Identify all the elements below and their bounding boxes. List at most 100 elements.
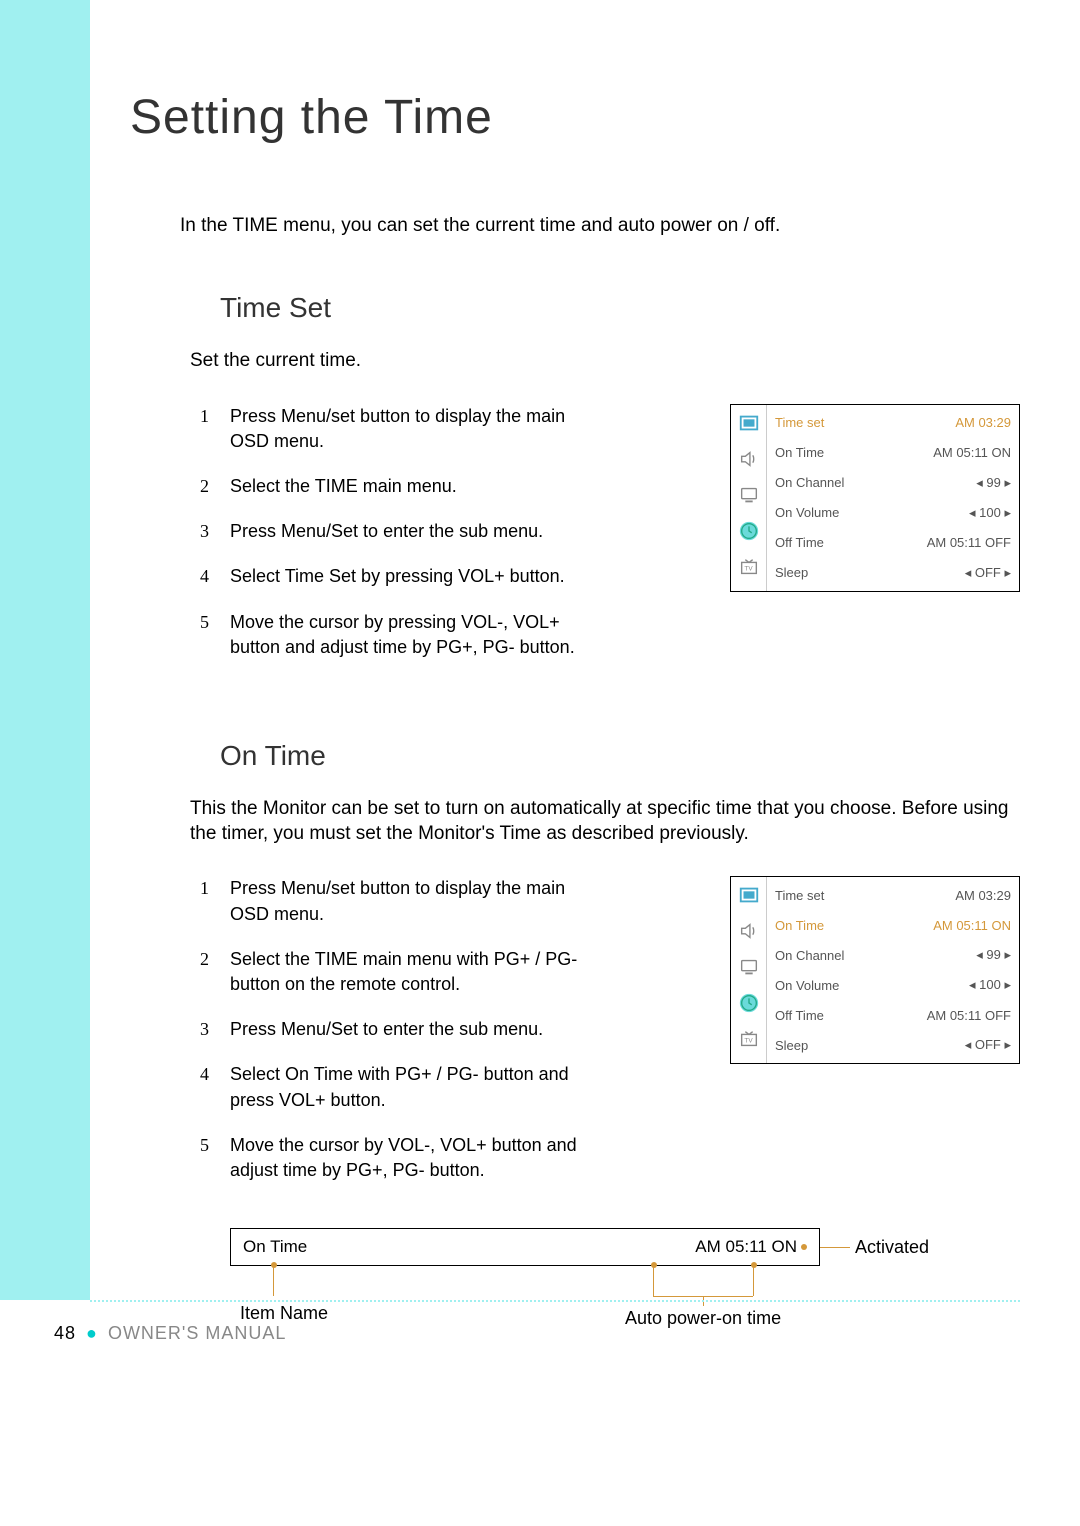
- step: 5Move the cursor by VOL-, VOL+ button an…: [200, 1133, 720, 1183]
- step-number: 2: [200, 474, 230, 499]
- osd-screenshot-on-time: TV Time setAM 03:29 On Time AM 05:11 ON O…: [730, 876, 1020, 1064]
- picture-icon: [731, 877, 766, 913]
- step-number: 3: [200, 1017, 230, 1042]
- on-time-diagram: On Time AM 05:11 ON Activated Item Name …: [230, 1228, 1020, 1348]
- step-text: Press Menu/set button to display the mai…: [230, 876, 600, 926]
- osd-icon-column: TV: [731, 405, 767, 591]
- osd-value: AM 03:29: [955, 888, 1011, 903]
- step-text: Select the TIME main menu with PG+ / PG-…: [230, 947, 600, 997]
- sound-icon: [731, 441, 766, 477]
- step-number: 5: [200, 610, 230, 660]
- osd-row: On Channel◂ 99 ▸: [775, 468, 1011, 498]
- osd-label: On Volume: [775, 978, 839, 993]
- step-number: 4: [200, 564, 230, 589]
- step: 2Select the TIME main menu.: [200, 474, 720, 499]
- screen-icon: [731, 949, 766, 985]
- step: 4Select On Time with PG+ / PG- button an…: [200, 1062, 720, 1112]
- callout-line: [653, 1266, 654, 1296]
- picture-icon: [731, 405, 766, 441]
- step-text: Select On Time with PG+ / PG- button and…: [230, 1062, 600, 1112]
- diagram-item-name: On Time: [243, 1237, 307, 1257]
- section-time-set-desc: Set the current time.: [190, 349, 1020, 374]
- time-set-steps: 1Press Menu/set button to display the ma…: [200, 404, 720, 680]
- step-number: 1: [200, 404, 230, 454]
- step-number: 3: [200, 519, 230, 544]
- page-footer: 48 ● OWNER'S MANUAL: [54, 1323, 286, 1344]
- step-text: Press Menu/Set to enter the sub menu.: [230, 1017, 543, 1042]
- step: 1Press Menu/set button to display the ma…: [200, 404, 720, 454]
- step-number: 5: [200, 1133, 230, 1183]
- osd-value: ◂ 100 ▸: [969, 505, 1011, 521]
- callout-dot-icon: [801, 1244, 807, 1250]
- section-time-set-heading: Time Set: [220, 292, 1020, 324]
- osd-row: Time setAM 03:29: [775, 880, 1011, 910]
- time-icon: [731, 513, 766, 549]
- intro-text: In the TIME menu, you can set the curren…: [180, 215, 1020, 237]
- osd-value: ◂ 99 ▸: [976, 947, 1011, 963]
- sidebar-accent: [0, 0, 90, 1300]
- step: 1Press Menu/set button to display the ma…: [200, 876, 720, 926]
- osd-value: AM 05:11 ON: [933, 445, 1011, 460]
- svg-text:TV: TV: [744, 1038, 753, 1045]
- osd-row: On Time AM 05:11 ON: [775, 438, 1011, 468]
- screen-icon: [731, 477, 766, 513]
- callout-dot-icon: [651, 1262, 657, 1268]
- osd-row: Sleep◂ OFF ▸: [775, 558, 1011, 588]
- osd-row: Off Time AM 05:11 OFF: [775, 1000, 1011, 1030]
- step-text: Press Menu/Set to enter the sub menu.: [230, 519, 543, 544]
- step: 4Select Time Set by pressing VOL+ button…: [200, 564, 720, 589]
- osd-icon-column: TV: [731, 877, 767, 1063]
- osd-label: Time set: [775, 415, 824, 430]
- on-time-steps: 1Press Menu/set button to display the ma…: [200, 876, 720, 1203]
- svg-text:TV: TV: [744, 565, 753, 572]
- diagram-activated-label: Activated: [855, 1237, 929, 1258]
- osd-screenshot-time-set: TV Time set AM 03:29 On Time AM 05:11 ON O…: [730, 404, 1020, 592]
- step: 5Move the cursor by pressing VOL-, VOL+ …: [200, 610, 720, 660]
- osd-value: ◂ 99 ▸: [976, 475, 1011, 491]
- step: 2Select the TIME main menu with PG+ / PG…: [200, 947, 720, 997]
- step-text: Select the TIME main menu.: [230, 474, 457, 499]
- osd-label: Off Time: [775, 1008, 824, 1023]
- step-text: Move the cursor by pressing VOL-, VOL+ b…: [230, 610, 600, 660]
- osd-value: AM 05:11 OFF: [927, 1008, 1011, 1023]
- osd-rows: Time set AM 03:29 On Time AM 05:11 ON On C…: [767, 405, 1019, 591]
- footer-divider: [90, 1300, 1020, 1302]
- tv-icon: TV: [731, 549, 766, 585]
- callout-dot-icon: [751, 1262, 757, 1268]
- manual-label: OWNER'S MANUAL: [108, 1323, 286, 1343]
- page-number: 48: [54, 1323, 76, 1343]
- diagram-item-name-label: Item Name: [240, 1303, 328, 1324]
- step-number: 4: [200, 1062, 230, 1112]
- osd-label: On Time: [775, 918, 824, 933]
- step: 3Press Menu/Set to enter the sub menu.: [200, 1017, 720, 1042]
- page-title: Setting the Time: [130, 90, 1020, 145]
- step-text: Move the cursor by VOL-, VOL+ button and…: [230, 1133, 600, 1183]
- diagram-value-text: AM 05:11 ON: [695, 1237, 797, 1257]
- osd-label: Sleep: [775, 1038, 808, 1053]
- step-number: 2: [200, 947, 230, 997]
- osd-label: On Volume: [775, 505, 839, 520]
- callout-line: [273, 1266, 274, 1296]
- osd-row: On Volume◂ 100 ▸: [775, 970, 1011, 1000]
- osd-value: AM 05:11 OFF: [927, 535, 1011, 550]
- callout-line: [753, 1266, 754, 1296]
- osd-row: Sleep ◂ OFF ▸: [775, 1030, 1011, 1060]
- osd-row: On Channel◂ 99 ▸: [775, 940, 1011, 970]
- diagram-auto-power-on-label: Auto power-on time: [625, 1308, 781, 1329]
- osd-value: ◂ OFF ▸: [965, 1037, 1011, 1053]
- callout-dot-icon: [271, 1262, 277, 1268]
- osd-label: Off Time: [775, 535, 824, 550]
- sound-icon: [731, 913, 766, 949]
- section-on-time-heading: On Time: [220, 740, 1020, 772]
- page-content: Setting the Time In the TIME menu, you c…: [90, 0, 1080, 1348]
- osd-value: AM 05:11 ON: [933, 918, 1011, 933]
- time-icon: [731, 985, 766, 1021]
- diagram-value: AM 05:11 ON: [695, 1237, 807, 1257]
- step-text: Press Menu/set button to display the mai…: [230, 404, 600, 454]
- osd-value: ◂ OFF ▸: [965, 565, 1011, 581]
- bullet-icon: ●: [86, 1323, 98, 1343]
- osd-rows: Time setAM 03:29 On Time AM 05:11 ON On C…: [767, 877, 1019, 1063]
- osd-value: AM 03:29: [955, 415, 1011, 430]
- osd-label: On Time: [775, 445, 824, 460]
- callout-line: [820, 1247, 850, 1248]
